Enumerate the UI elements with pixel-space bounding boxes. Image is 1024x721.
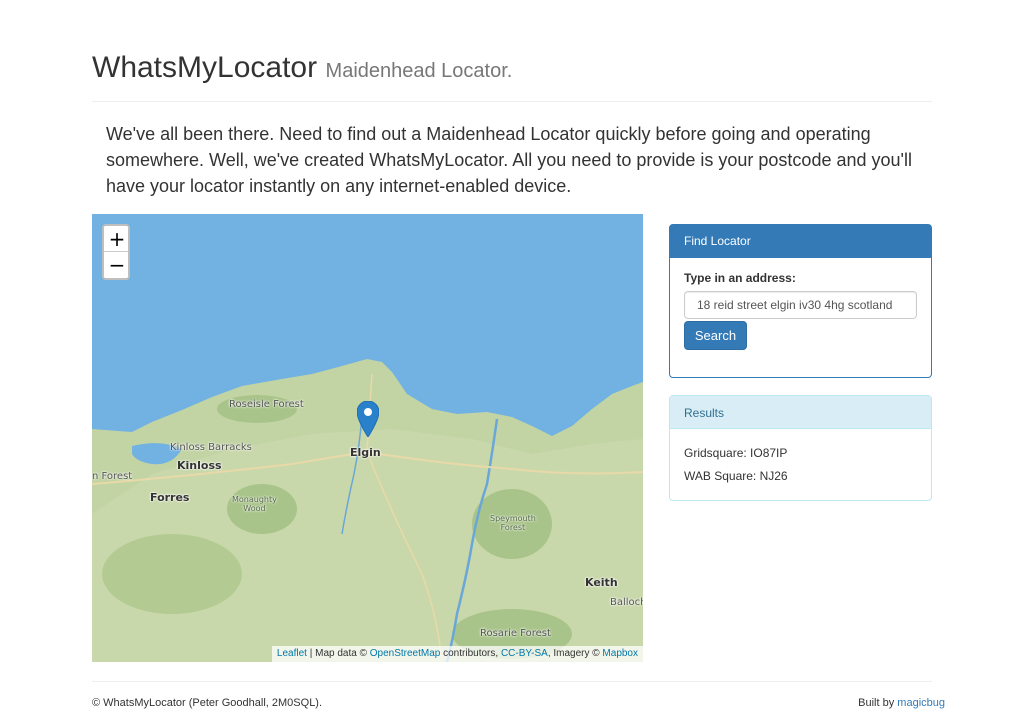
address-label: Type in an address:	[684, 271, 796, 285]
results-panel: Results Gridsquare: IO87IP WAB Square: N…	[669, 395, 932, 501]
search-button[interactable]: Search	[684, 321, 747, 350]
osm-link[interactable]: OpenStreetMap	[370, 648, 441, 659]
zoom-control: + −	[102, 224, 130, 280]
intro-text: We've all been there. Need to find out a…	[106, 124, 912, 196]
map-attribution: Leaflet | Map data © OpenStreetMap contr…	[271, 646, 643, 662]
zoom-in-button[interactable]: +	[104, 226, 128, 252]
find-locator-panel: Find Locator Type in an address: Search	[669, 224, 932, 378]
label-kinloss: Kinloss	[177, 459, 222, 472]
label-forest-left: n Forest	[92, 471, 133, 482]
wab-label: WAB Square:	[684, 469, 760, 483]
label-speymouth-line2: Forest	[500, 523, 526, 532]
marker-pin	[357, 401, 379, 437]
wab-result: WAB Square: NJ26	[684, 465, 917, 488]
label-balloch: Balloch	[610, 597, 643, 608]
footer-built-by: Built by magicbug	[858, 697, 945, 709]
page-header: WhatsMyLocator Maidenhead Locator.	[92, 50, 932, 102]
gridsquare-value: IO87IP	[750, 446, 788, 460]
gridsquare-label: Gridsquare:	[684, 446, 751, 460]
map[interactable]: Roseisle Forest Kinloss Barracks Kinloss…	[92, 214, 643, 662]
built-by-label: Built by	[858, 697, 898, 709]
results-heading: Results	[670, 396, 931, 429]
marker-dot	[364, 408, 372, 416]
find-locator-body: Type in an address: Search	[670, 258, 931, 362]
find-locator-heading: Find Locator	[670, 225, 931, 258]
leaflet-link[interactable]: Leaflet	[277, 648, 307, 659]
attribution-text-2: contributors,	[440, 648, 501, 659]
label-monaughty: Monaughty Wood	[232, 495, 277, 513]
magicbug-link[interactable]: magicbug	[897, 697, 945, 709]
label-kinloss-barracks: Kinloss Barracks	[170, 442, 252, 453]
footer: © WhatsMyLocator (Peter Goodhall, 2M0SQL…	[92, 681, 945, 709]
site-title: WhatsMyLocator	[92, 51, 318, 84]
map-marker-icon[interactable]	[357, 401, 379, 437]
label-forres: Forres	[150, 491, 190, 504]
label-elgin: Elgin	[350, 446, 381, 459]
map-tiles	[92, 214, 643, 662]
label-speymouth-line1: Speymouth	[490, 514, 536, 523]
attribution-text-3: , Imagery ©	[547, 648, 603, 659]
results-body: Gridsquare: IO87IP WAB Square: NJ26	[670, 429, 931, 500]
footer-copyright: © WhatsMyLocator (Peter Goodhall, 2M0SQL…	[92, 697, 323, 709]
site-subtitle: Maidenhead Locator.	[325, 60, 513, 82]
label-monaughty-line1: Monaughty	[232, 495, 277, 504]
label-keith: Keith	[585, 576, 618, 589]
label-monaughty-line2: Wood	[243, 504, 266, 513]
wab-value: NJ26	[759, 469, 788, 483]
label-speymouth: Speymouth Forest	[490, 514, 536, 532]
label-rosarie: Rosarie Forest	[480, 628, 551, 639]
license-link[interactable]: CC-BY-SA	[501, 648, 548, 659]
label-roseisle: Roseisle Forest	[229, 399, 304, 410]
attribution-text-1: | Map data ©	[306, 648, 370, 659]
forest-south	[102, 534, 242, 614]
zoom-out-button[interactable]: −	[104, 252, 128, 278]
gridsquare-result: Gridsquare: IO87IP	[684, 442, 917, 465]
mapbox-link[interactable]: Mapbox	[602, 648, 638, 659]
address-input[interactable]	[684, 291, 917, 319]
